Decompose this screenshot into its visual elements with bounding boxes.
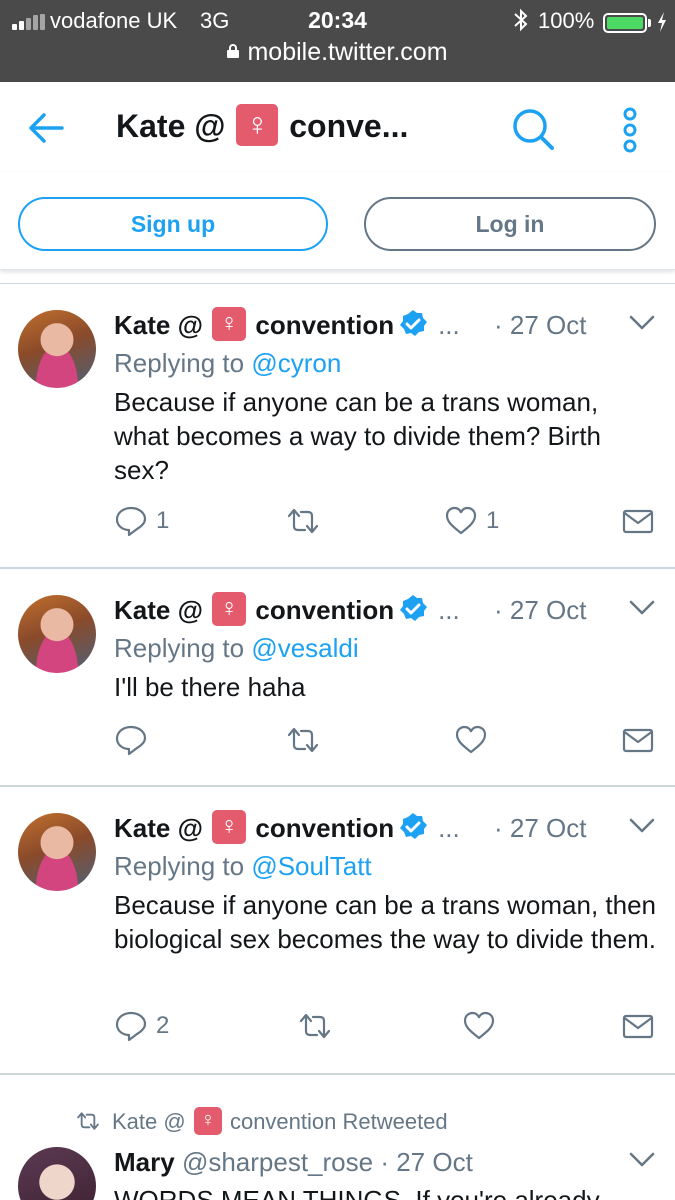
reply-button[interactable]: 2 [114,1009,169,1043]
reply-count: 2 [156,1012,170,1039]
tweet[interactable]: Kate @ ♀ convention... · 27 Oct Replying… [0,569,675,787]
verified-badge-icon [400,595,428,622]
tweet-date[interactable]: · 27 Oct [494,310,586,341]
like-count: 1 [486,507,500,534]
venus-emoji-icon: ♀ [212,810,247,845]
retweet-icon [287,508,319,534]
envelope-icon [622,728,654,753]
tweet-text: I'll be there haha [114,672,306,702]
venus-emoji-icon: ♀ [193,1107,222,1136]
author-name[interactable]: Kate @ ♀ convention [114,307,394,342]
retweet-button[interactable] [298,1009,340,1043]
lock-icon [227,44,240,59]
venus-emoji-icon: ♀ [236,103,279,146]
like-button[interactable] [454,723,496,757]
reply-button[interactable] [114,723,156,757]
direct-message-button[interactable] [621,1009,655,1043]
direct-message-button[interactable] [621,504,655,538]
reply-handle-link[interactable]: @SoulTatt [251,851,371,881]
retweet-button[interactable] [286,504,328,538]
retweeted-tweet[interactable]: Kate @ ♀ convention Retweeted Mary @shar… [0,1075,675,1200]
status-bar: vodafone UK 3G 20:34 100% mobile.twitter… [0,0,675,82]
chevron-down-icon[interactable] [628,314,656,332]
verified-badge-icon [400,310,428,337]
venus-emoji-icon: ♀ [212,592,247,627]
reply-button[interactable]: 1 [114,504,169,538]
name-ellipsis: ... [438,813,460,843]
search-icon[interactable] [510,106,556,152]
avatar[interactable] [18,1147,96,1200]
heart-icon [463,1011,495,1040]
tweet-header: Kate @ ♀ convention... · 27 Oct [114,810,659,845]
auth-buttons: Sign up Log in [0,172,675,270]
reply-handle-link[interactable]: @vesaldi [251,633,358,663]
author-handle[interactable]: @sharpest_rose [182,1147,373,1177]
tweet[interactable]: Kate @ ♀ convention... · 27 Oct Replying… [0,787,675,1075]
replying-to: Replying to @vesaldi [114,633,359,663]
tweet-date[interactable]: · 27 Oct [380,1147,472,1177]
tweet-date[interactable]: · 27 Oct [494,813,586,844]
url-bar[interactable]: mobile.twitter.com [0,38,675,67]
avatar[interactable] [18,595,96,673]
sign-up-button[interactable]: Sign up [18,197,328,251]
retweet-icon [77,1112,99,1130]
envelope-icon [622,509,654,534]
retweet-context: Kate @ ♀ convention Retweeted [76,1107,448,1136]
tweet-header: Mary @sharpest_rose · 27 Oct [114,1147,659,1178]
author-name[interactable]: Kate @ ♀ convention [114,592,394,627]
back-arrow-icon[interactable] [24,108,68,148]
battery-percent: 100% [538,8,595,33]
like-button[interactable] [462,1009,504,1043]
tweet-date[interactable]: · 27 Oct [494,595,586,626]
bluetooth-icon [514,8,528,32]
tweet-text: Because if anyone can be a trans woman, … [114,387,602,485]
page-title: Kate @ ♀ conve... [116,103,409,146]
reply-icon [115,1011,147,1042]
heart-icon [455,725,487,754]
tweet-text: WORDS MEAN THINGS. If you're already [114,1185,600,1200]
tweet[interactable]: Kate @ ♀ convention... · 27 Oct Replying… [0,284,675,569]
charging-bolt-icon [658,12,666,32]
more-vertical-icon[interactable] [616,106,644,154]
tweet-header: Kate @ ♀ convention... · 27 Oct [114,307,659,342]
replying-to: Replying to @SoulTatt [114,851,372,881]
tweet-header: Kate @ ♀ convention... · 27 Oct [114,592,659,627]
avatar[interactable] [18,310,96,388]
chevron-down-icon[interactable] [628,817,656,835]
timeline: Kate @ ♀ convention... · 27 Oct Replying… [0,283,675,1200]
venus-emoji-icon: ♀ [212,307,247,342]
reply-count: 1 [156,507,170,534]
retweet-icon [299,1013,331,1039]
retweet-icon [287,727,319,753]
name-ellipsis: ... [438,595,460,625]
verified-badge-icon [400,813,428,840]
reply-icon [115,725,147,756]
log-in-button[interactable]: Log in [364,197,656,251]
reply-handle-link[interactable]: @cyron [251,348,341,378]
chevron-down-icon[interactable] [628,1151,656,1169]
name-ellipsis: ... [438,310,460,340]
chevron-down-icon[interactable] [628,599,656,617]
author-name[interactable]: Mary [114,1147,175,1177]
reply-icon [115,506,147,537]
envelope-icon [622,1014,654,1039]
tweet-actions: 2 [114,1009,659,1043]
tweet-actions: 1 1 [114,504,659,538]
retweet-button[interactable] [286,723,328,757]
avatar[interactable] [18,813,96,891]
direct-message-button[interactable] [621,723,655,757]
battery-icon [603,13,647,33]
profile-header: Kate @ ♀ conve... [0,82,675,172]
url-text: mobile.twitter.com [247,38,448,66]
like-button[interactable]: 1 [444,504,499,538]
tweet-text: Because if anyone can be a trans woman, … [114,890,657,954]
tweet-actions [114,723,659,757]
heart-icon [445,506,477,535]
replying-to: Replying to @cyron [114,348,342,378]
author-name[interactable]: Kate @ ♀ convention [114,810,394,845]
